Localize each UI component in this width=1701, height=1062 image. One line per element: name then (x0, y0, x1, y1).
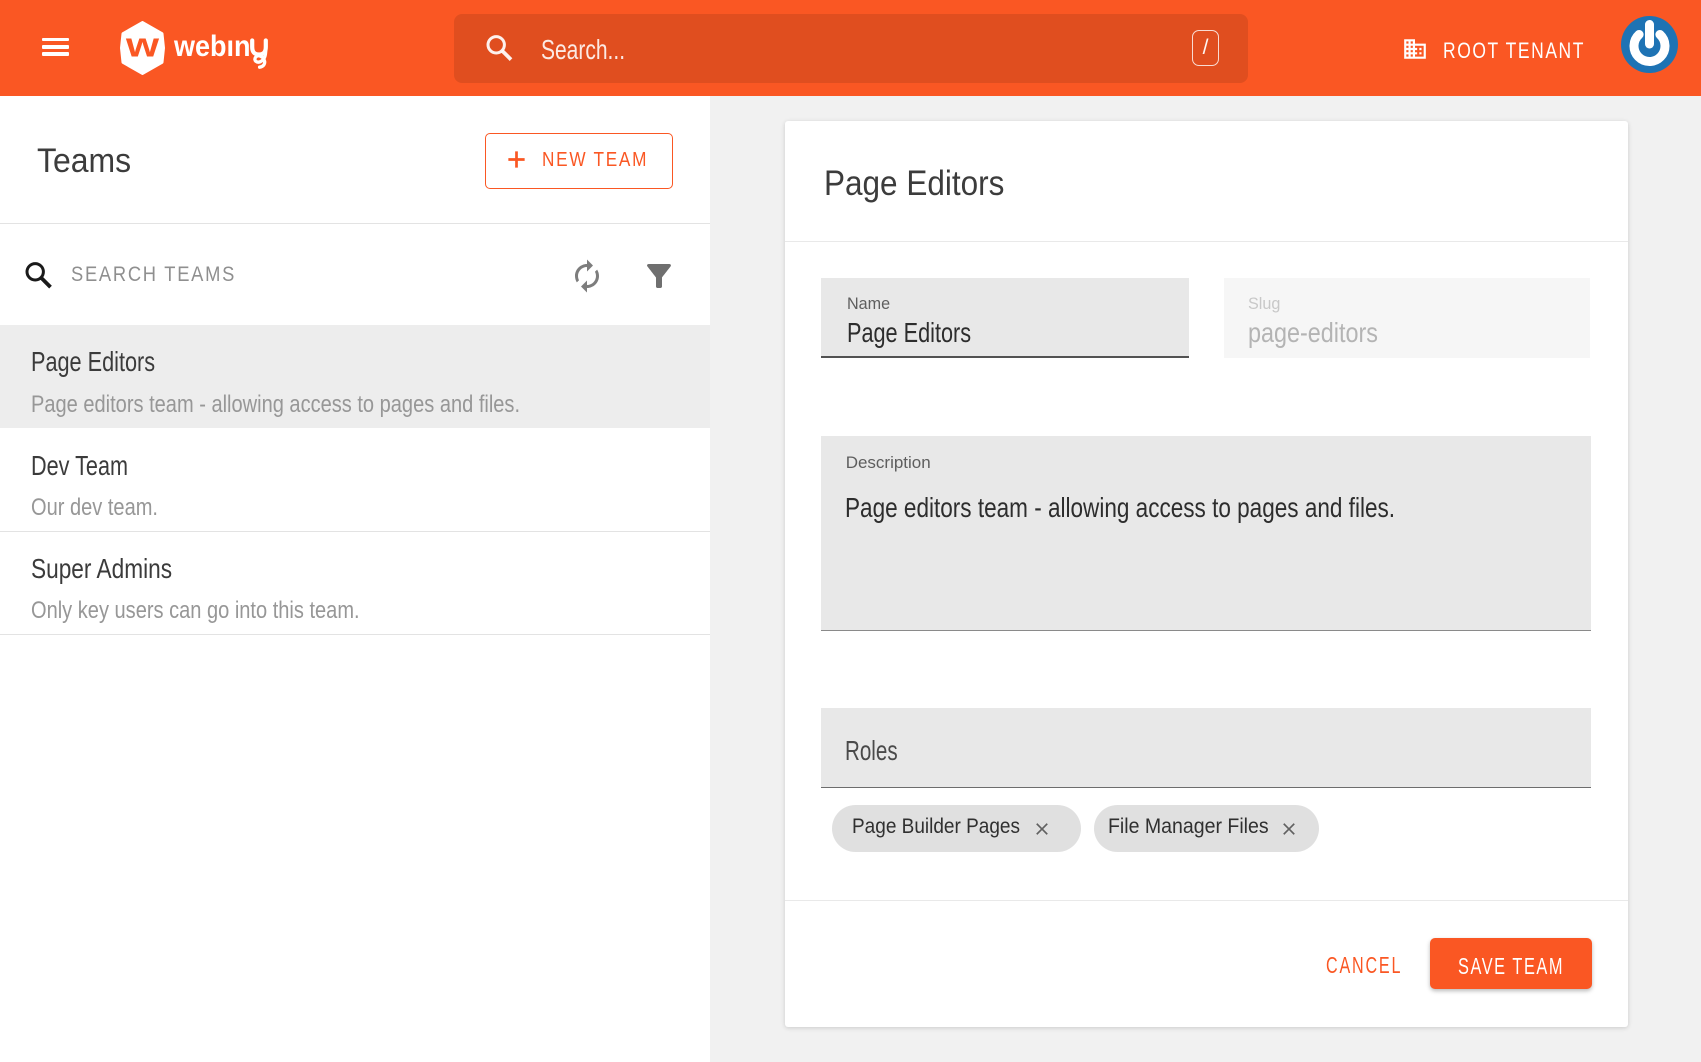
svg-text:w: w (125, 27, 160, 65)
